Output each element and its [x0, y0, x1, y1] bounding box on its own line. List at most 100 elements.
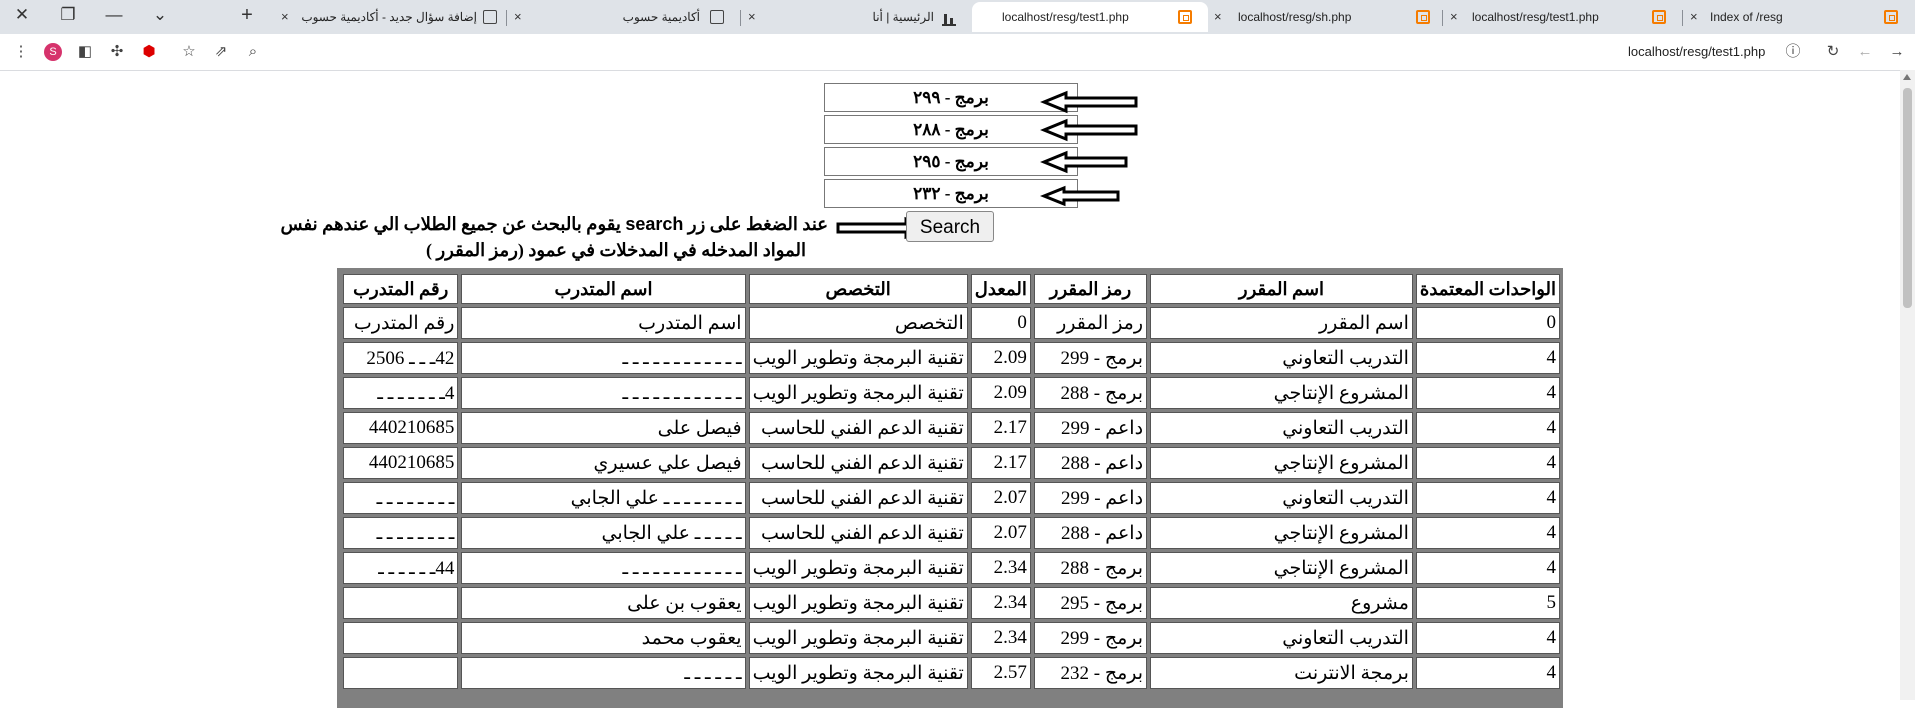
- tab-index-of-resg[interactable]: × Index of /resg: [1686, 2, 1915, 32]
- cell-course-name: اسم المقرر: [1150, 307, 1413, 339]
- back-arrow-icon[interactable]: →: [1884, 34, 1910, 70]
- table-row: 4 المشروع الإنتاجي داعم - 288 2.17 تقنية الد…: [343, 447, 1560, 479]
- cell-course-code: برمج - 295: [1033, 587, 1148, 619]
- cell-trainee-name: ـ ـ ـ ـ ـ علي الجابي: [461, 517, 746, 549]
- table-row: 4 المشروع الإنتاجي داعم - 288 2.07 تقنية الد…: [343, 517, 1560, 549]
- cell-credits: 4: [1415, 342, 1560, 374]
- cell-trainee-name: ـ ـ ـ ـ ـ ـ ـ ـ ـ ـ ـ ـ: [461, 552, 746, 584]
- cell-credits: 5: [1415, 587, 1560, 619]
- file-icon: [710, 10, 724, 24]
- cell-gpa: 0: [970, 307, 1031, 339]
- cell-trainee-id: 440210685: [343, 412, 459, 444]
- tab-title: localhost/resg/sh.php: [1238, 10, 1352, 24]
- cell-course-name: المشروع الإنتاجي: [1150, 552, 1413, 584]
- table-row: 4 المشروع الإنتاجي برمج - 288 2.34 تقنية الب…: [343, 552, 1560, 584]
- profile-avatar[interactable]: S: [44, 43, 62, 61]
- note-line-2: المواد المدخله في المدخلات في عمود (رمز …: [426, 240, 806, 260]
- site-info-icon[interactable]: ⓘ: [1780, 34, 1806, 70]
- xampp-icon: [1652, 10, 1666, 24]
- tab-close-icon[interactable]: ×: [514, 2, 522, 32]
- search-button[interactable]: Search: [906, 211, 994, 242]
- note-keyword: search: [625, 214, 684, 234]
- header-gpa: المعدل: [970, 274, 1031, 304]
- side-panel-icon[interactable]: ◧: [72, 34, 98, 70]
- tab-separator: [740, 10, 741, 26]
- cell-trainee-id: 440210685: [343, 447, 459, 479]
- cell-trainee-id: رقم المتدرب: [343, 307, 459, 339]
- cell-credits: 4: [1415, 412, 1560, 444]
- table-row: 4 التدريب التعاوني داعم - 299 2.17 تقنية الد…: [343, 412, 1560, 444]
- tab-close-icon[interactable]: ×: [1450, 2, 1458, 32]
- tab-close-icon[interactable]: ×: [1690, 2, 1698, 32]
- cell-course-name: مشروع: [1150, 587, 1413, 619]
- table-row: 4 برمجة الانترنت برمج - 232 2.57 تقنية البرم…: [343, 657, 1560, 689]
- header-major: التخصص: [748, 274, 968, 304]
- cell-course-name: التدريب التعاوني: [1150, 342, 1413, 374]
- minimize-window-icon[interactable]: —: [92, 0, 136, 34]
- cell-course-code: داعم - 288: [1033, 447, 1148, 479]
- cell-credits: 4: [1415, 657, 1560, 689]
- vertical-scrollbar[interactable]: [1900, 70, 1915, 700]
- bookmark-star-icon[interactable]: ☆: [176, 34, 202, 70]
- tab-close-icon[interactable]: ×: [1214, 2, 1222, 32]
- cell-gpa: 2.34: [970, 622, 1031, 654]
- cell-course-name: التدريب التعاوني: [1150, 412, 1413, 444]
- cell-major: تقنية البرمجة وتطوير الويب: [748, 657, 968, 689]
- restore-window-icon[interactable]: ❐: [46, 0, 90, 34]
- cell-course-name: التدريب التعاوني: [1150, 622, 1413, 654]
- cell-course-code: برمج - 288: [1033, 552, 1148, 584]
- extensions-puzzle-icon[interactable]: ✣: [104, 34, 130, 70]
- table-row: 4 المشروع الإنتاجي برمج - 288 2.09 تقنية الب…: [343, 377, 1560, 409]
- cell-gpa: 2.57: [970, 657, 1031, 689]
- cell-major: تقنية الدعم الفني للحاسب: [748, 447, 968, 479]
- close-window-icon[interactable]: ✕: [0, 0, 44, 34]
- address-bar[interactable]: localhost/resg/test1.php: [1628, 34, 1765, 70]
- cell-major: التخصص: [748, 307, 968, 339]
- tab-home-ana[interactable]: × الرئيسية | أنا: [744, 2, 970, 32]
- zoom-icon[interactable]: ⌕: [240, 34, 266, 70]
- cell-course-code: داعم - 299: [1033, 412, 1148, 444]
- tab-search-chevron-icon[interactable]: ⌄: [138, 0, 182, 34]
- tab-test1[interactable]: × localhost/resg/test1.php: [1446, 2, 1680, 32]
- cell-major: تقنية الدعم الفني للحاسب: [748, 517, 968, 549]
- cell-trainee-name: ـ ـ ـ ـ ـ ـ: [461, 657, 746, 689]
- forward-arrow-icon[interactable]: ←: [1852, 34, 1878, 70]
- cell-course-name: المشروع الإنتاجي: [1150, 447, 1413, 479]
- cell-major: تقنية البرمجة وتطوير الويب: [748, 552, 968, 584]
- reload-icon[interactable]: ↻: [1820, 34, 1846, 70]
- header-course-name: اسم المقرر: [1150, 274, 1413, 304]
- scroll-up-icon[interactable]: [1903, 74, 1911, 80]
- adblock-icon[interactable]: ⬢: [136, 34, 162, 70]
- tab-strip: ✕ ❐ — ⌄ + × إضافة سؤال جديد - أكاديمية ح…: [0, 0, 1915, 34]
- cell-gpa: 2.17: [970, 447, 1031, 479]
- tab-title: localhost/resg/test1.php: [1002, 10, 1129, 24]
- tab-sh[interactable]: × localhost/resg/sh.php: [1210, 2, 1440, 32]
- share-icon[interactable]: ⇗: [208, 34, 234, 70]
- tab-title: أكاديمية حسوب: [622, 10, 700, 24]
- header-course-code: رمز المقرر: [1033, 274, 1148, 304]
- tab-hsoub-new-question[interactable]: × إضافة سؤال جديد - أكاديمية حسوب: [275, 2, 503, 32]
- cell-course-name: المشروع الإنتاجي: [1150, 517, 1413, 549]
- cell-trainee-name: فيصل على: [461, 412, 746, 444]
- cell-trainee-id: 4ـ ـ ـ ـ ـ ـ ـ: [343, 377, 459, 409]
- scrollbar-thumb[interactable]: [1903, 88, 1912, 308]
- cell-trainee-name: ـ ـ ـ ـ ـ ـ ـ ـ ـ ـ ـ ـ: [461, 342, 746, 374]
- cell-major: تقنية الدعم الفني للحاسب: [748, 412, 968, 444]
- cell-trainee-id: [343, 622, 459, 654]
- cell-trainee-name: ـ ـ ـ ـ ـ ـ ـ ـ علي الجابي: [461, 482, 746, 514]
- cell-course-code: داعم - 288: [1033, 517, 1148, 549]
- menu-dots-icon[interactable]: ⋮: [8, 34, 34, 70]
- cell-major: تقنية البرمجة وتطوير الويب: [748, 377, 968, 409]
- cell-gpa: 2.09: [970, 377, 1031, 409]
- cell-trainee-name: يعقوب بن على: [461, 587, 746, 619]
- new-tab-button[interactable]: +: [225, 0, 269, 34]
- cell-trainee-name: يعقوب محمد: [461, 622, 746, 654]
- cell-course-code: برمج - 299: [1033, 622, 1148, 654]
- cell-trainee-id: [343, 657, 459, 689]
- tab-close-icon[interactable]: ×: [748, 2, 756, 32]
- tab-hsoub-academy[interactable]: × أكاديمية حسوب: [510, 2, 740, 32]
- tab-test1-active[interactable]: localhost/resg/test1.php: [972, 2, 1208, 32]
- cell-course-code: برمج - 288: [1033, 377, 1148, 409]
- cell-credits: 4: [1415, 482, 1560, 514]
- tab-close-icon[interactable]: ×: [281, 2, 289, 32]
